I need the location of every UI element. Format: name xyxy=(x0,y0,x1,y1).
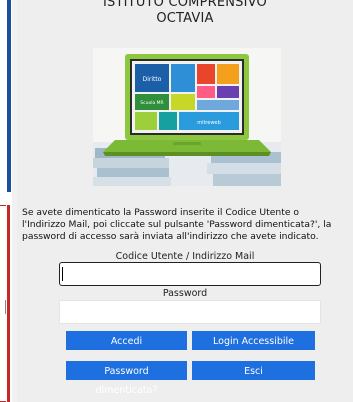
user-code-label: Codice Utente / Indirizzo Mail xyxy=(115,251,255,262)
help-text-line: Se avete dimenticato la Password inserit… xyxy=(22,207,300,218)
login-button[interactable]: Accedi xyxy=(66,331,187,350)
help-text-line: l'Indirizzo Mail, poi cliccate sul pulsa… xyxy=(22,219,332,230)
user-code-input[interactable] xyxy=(59,262,321,286)
help-text-line: password di accesso sarà inviata all'ind… xyxy=(22,231,319,242)
password-input[interactable] xyxy=(59,300,321,324)
left-accent-bar-red xyxy=(7,205,10,402)
left-accent-tick xyxy=(0,205,6,206)
school-name-line-1: ISTITUTO COMPRENSIVO xyxy=(103,0,267,10)
exit-button[interactable]: Esci xyxy=(192,361,315,380)
laptop-illustration: Diritto Scuola MR mitreweb xyxy=(93,48,281,186)
tile-label: Scuola MR xyxy=(140,100,163,106)
accessible-login-button[interactable]: Login Accessibile xyxy=(192,331,315,350)
tile-label: mitreweb xyxy=(197,120,221,126)
password-label: Password xyxy=(162,288,208,299)
password-help-text: Se avete dimenticato la Password inserit… xyxy=(22,207,353,243)
left-accent-bar-blue xyxy=(7,0,11,192)
forgot-password-button[interactable]: Password dimenticata? xyxy=(66,361,187,396)
text-cursor xyxy=(62,267,63,281)
tile-label: Diritto xyxy=(143,76,162,83)
school-name-line-2: OCTAVIA xyxy=(156,11,214,26)
left-scroll-mark xyxy=(5,300,6,314)
